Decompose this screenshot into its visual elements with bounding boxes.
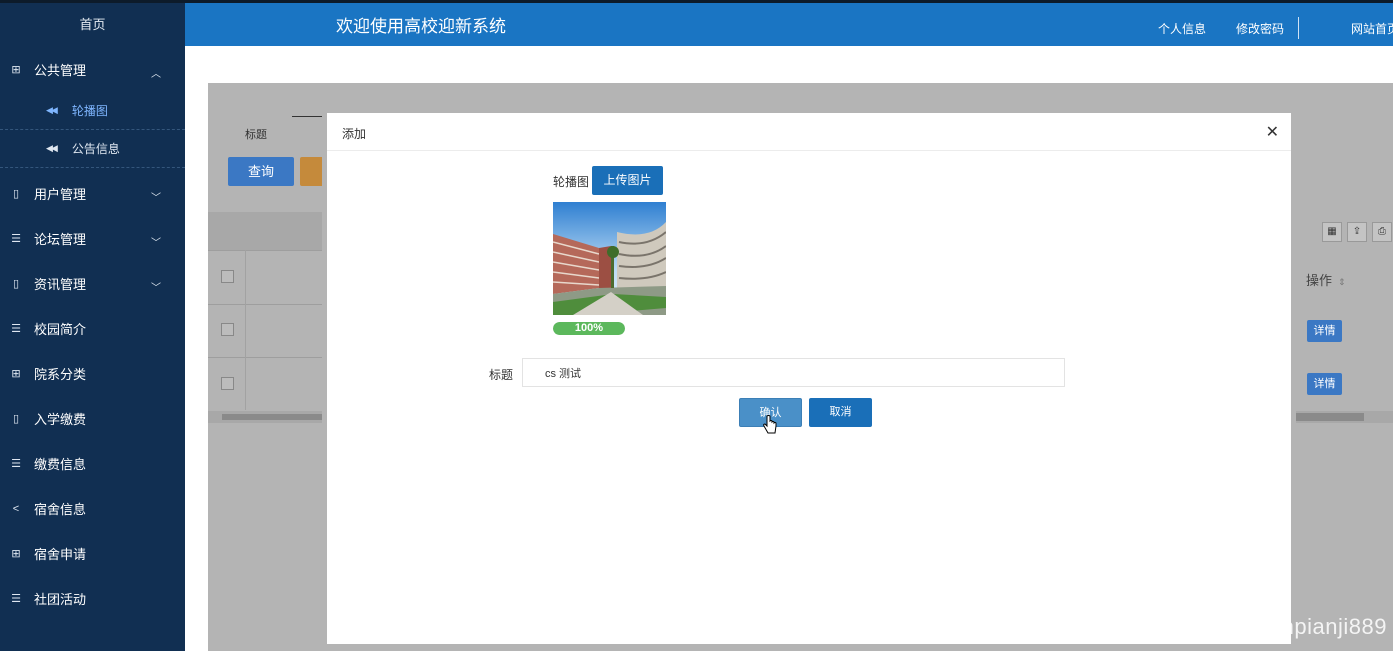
table-scrollbar[interactable] [208, 411, 322, 423]
scrollbar-thumb[interactable] [1296, 413, 1364, 421]
profile-link[interactable]: 个人信息 [1158, 20, 1206, 37]
sidebar-subitem-notice[interactable]: ◀◀ 公告信息 [0, 130, 185, 168]
add-button[interactable] [300, 157, 322, 186]
header-divider [1297, 17, 1299, 39]
operation-column-header: 操作 ⇕ [1306, 270, 1346, 289]
title-input[interactable] [522, 358, 1065, 387]
sidebar-item-label: 社团活动 [34, 592, 87, 607]
table-row-divider [208, 250, 322, 251]
close-icon[interactable]: ✕ [1266, 122, 1279, 142]
add-dialog: 添加 ✕ 轮播图 上传图片 100% 标题 cs 测试 确认 取消 [327, 113, 1291, 644]
sort-icon[interactable]: ⇕ [1338, 277, 1346, 287]
tab-underline [292, 116, 322, 117]
site-home-link[interactable]: 网站首页 [1351, 20, 1393, 37]
table-toolbar: ▦ ⇪ ⎙ [1322, 222, 1393, 242]
sidebar-home[interactable]: 首页 [0, 3, 185, 47]
dialog-header: 添加 ✕ [327, 113, 1291, 151]
upload-label: 轮播图 [553, 175, 590, 189]
sidebar-item-label: 资讯管理 [34, 277, 87, 292]
row-checkbox[interactable] [221, 377, 234, 390]
sidebar-item-public[interactable]: ⊞ 公共管理 ︿ [0, 47, 185, 92]
sidebar-item-label: 宿舍信息 [34, 502, 87, 517]
sidebar-item-tuition[interactable]: ▯ 入学缴费 [0, 396, 185, 441]
upload-image-button[interactable]: 上传图片 [592, 166, 663, 195]
list-icon: ☰ [11, 233, 21, 245]
sidebar-item-label: 校园简介 [34, 322, 87, 337]
double-arrow-icon: ◀◀ [46, 105, 58, 115]
sidebar-item-label: 院系分类 [34, 367, 87, 382]
double-arrow-icon: ◀◀ [46, 143, 58, 153]
submenu-public: ◀◀ 轮播图 ◀◀ 公告信息 [0, 92, 185, 168]
sidebar-item-payments[interactable]: ☰ 缴费信息 [0, 441, 185, 486]
columns-icon[interactable]: ▦ [1322, 222, 1342, 242]
table-scrollbar-right[interactable] [1296, 411, 1393, 423]
query-button[interactable]: 查询 [228, 157, 294, 186]
sidebar-subitem-label: 公告信息 [71, 142, 120, 156]
table-row-divider [208, 304, 322, 305]
sidebar-subitem-label: 轮播图 [71, 104, 108, 118]
row-checkbox[interactable] [221, 323, 234, 336]
share-icon: < [12, 502, 20, 515]
cancel-button[interactable]: 取消 [809, 398, 872, 427]
detail-button[interactable]: 详情 [1307, 373, 1342, 395]
sidebar-item-campus[interactable]: ☰ 校园简介 [0, 306, 185, 351]
sidebar-item-users[interactable]: ▯ 用户管理 ﹀ [0, 171, 185, 216]
sidebar-item-label: 缴费信息 [34, 457, 87, 472]
upload-progress-bar: 100% [553, 322, 625, 335]
hand-cursor-icon [763, 415, 777, 434]
sidebar-item-news[interactable]: ▯ 资讯管理 ﹀ [0, 261, 185, 306]
grid-icon: ⊞ [11, 368, 21, 380]
list-icon: ☰ [11, 458, 21, 470]
uploaded-image-thumbnail[interactable] [553, 202, 666, 315]
scrollbar-thumb[interactable] [222, 414, 322, 420]
print-icon[interactable]: ⎙ [1372, 222, 1392, 242]
sidebar-item-clubs[interactable]: ☰ 社团活动 [0, 576, 185, 621]
book-icon: ▯ [12, 188, 20, 200]
grid-icon: ⊞ [11, 64, 21, 76]
progress-text: 100% [574, 322, 604, 334]
sidebar-item-departments[interactable]: ⊞ 院系分类 [0, 351, 185, 396]
sidebar-item-label: 用户管理 [34, 187, 87, 202]
sidebar-item-label: 公共管理 [34, 63, 87, 78]
sidebar-item-label: 宿舍申请 [34, 547, 87, 562]
title-field-label: 标题 [489, 368, 514, 382]
table-row-divider [208, 357, 322, 358]
sidebar-item-label: 入学缴费 [34, 412, 87, 427]
book-icon: ▯ [12, 278, 20, 290]
chevron-up-icon: ︿ [151, 68, 161, 80]
book-icon: ▯ [12, 413, 20, 425]
chevron-down-icon: ﹀ [151, 237, 161, 249]
sidebar-item-dorm[interactable]: < 宿舍信息 [0, 486, 185, 531]
page-title: 欢迎使用高校迎新系统 [336, 17, 506, 36]
dialog-title: 添加 [342, 127, 367, 141]
grid-icon: ⊞ [11, 548, 21, 560]
chevron-down-icon: ﹀ [151, 282, 161, 294]
select-all-checkbox[interactable] [221, 270, 234, 283]
list-icon: ☰ [11, 593, 21, 605]
list-icon: ☰ [11, 323, 21, 335]
detail-button[interactable]: 详情 [1307, 320, 1342, 342]
sidebar: 首页 ⊞ 公共管理 ︿ ◀◀ 轮播图 ◀◀ 公告信息 ▯ 用户管理 ﹀ ☰ 论坛… [0, 0, 185, 651]
column-divider [245, 250, 246, 410]
header-links: 个人信息 修改密码 网站首页 [1128, 17, 1393, 39]
sidebar-item-forum[interactable]: ☰ 论坛管理 ﹀ [0, 216, 185, 261]
sidebar-subitem-carousel[interactable]: ◀◀ 轮播图 [0, 92, 185, 130]
operation-label: 操作 [1306, 273, 1333, 288]
top-header: 欢迎使用高校迎新系统 个人信息 修改密码 网站首页 [185, 0, 1393, 46]
chevron-down-icon: ﹀ [151, 192, 161, 204]
sidebar-item-label: 论坛管理 [34, 232, 87, 247]
search-label: 标题 [245, 129, 267, 141]
change-password-link[interactable]: 修改密码 [1236, 20, 1284, 37]
table-header [208, 212, 322, 250]
export-icon[interactable]: ⇪ [1347, 222, 1367, 242]
watermark: CSDN @vx_danpianji889 [1126, 614, 1387, 639]
sidebar-item-dorm-apply[interactable]: ⊞ 宿舍申请 [0, 531, 185, 576]
